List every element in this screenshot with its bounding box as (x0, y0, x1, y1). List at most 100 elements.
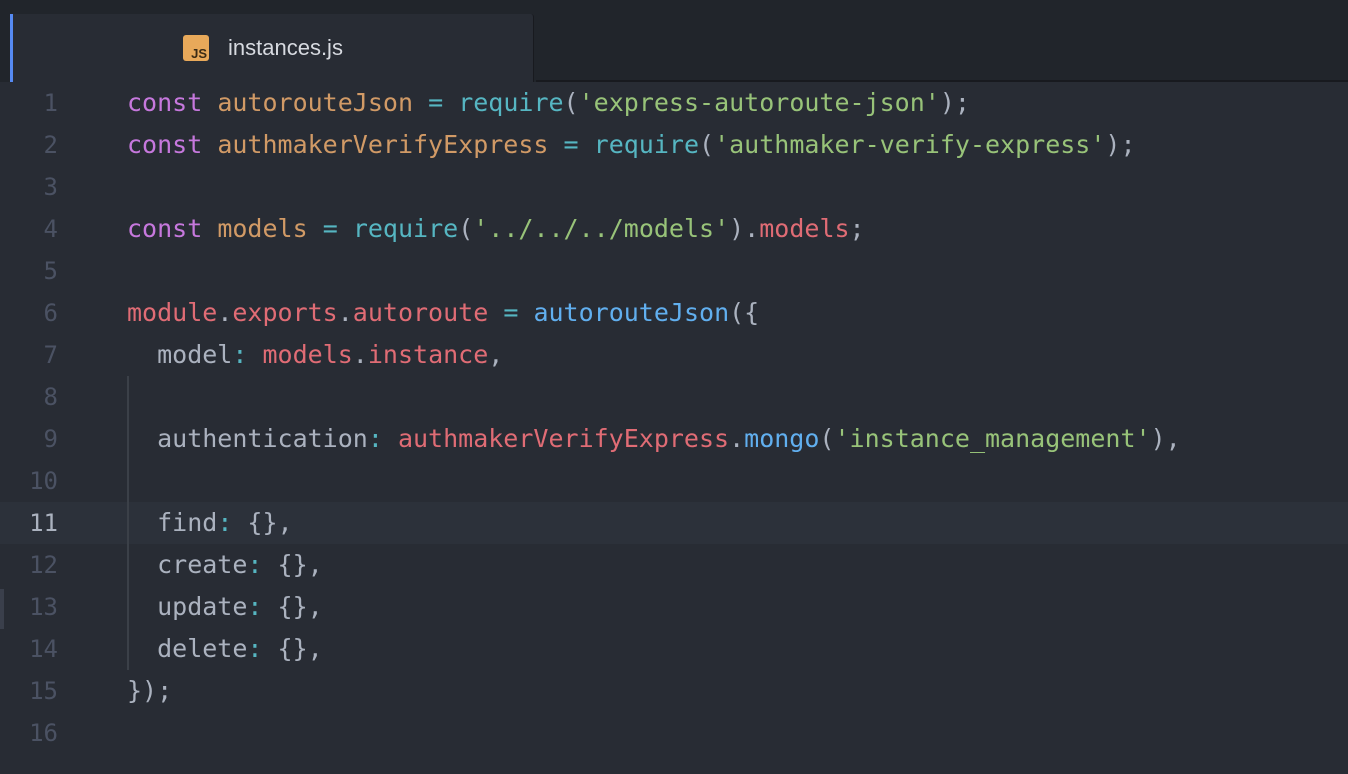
code-token: instance (367, 340, 489, 369)
code-text[interactable]: update: {}, (127, 586, 323, 628)
code-token: find (127, 508, 218, 537)
code-line[interactable]: 1 const autorouteJson = require('express-… (0, 82, 1348, 124)
code-line[interactable]: 10 (0, 460, 1348, 502)
code-editor[interactable]: 1 const autorouteJson = require('express-… (0, 82, 1348, 774)
code-token: const (127, 130, 203, 159)
line-number: 11 (29, 509, 58, 537)
code-token: {}, (262, 592, 323, 621)
code-token: require (593, 130, 700, 159)
code-text[interactable]: create: {}, (127, 544, 323, 586)
code-line[interactable]: 4 const models = require('../../../models… (0, 208, 1348, 250)
code-token: ( (563, 88, 579, 117)
code-token: create (127, 550, 248, 579)
code-line[interactable]: 5 (0, 250, 1348, 292)
code-line[interactable]: 15}); (0, 670, 1348, 712)
code-token: models (262, 340, 353, 369)
tab-title[interactable]: instances.js (228, 32, 343, 64)
code-line[interactable]: 13 update: {}, (0, 586, 1348, 628)
code-token: require (458, 88, 564, 117)
code-line[interactable]: 2 const authmakerVerifyExpress = require(… (0, 124, 1348, 166)
line-number: 16 (29, 719, 58, 747)
line-number: 9 (43, 425, 58, 453)
code-token: = (503, 298, 519, 327)
code-token: . (217, 298, 233, 327)
code-token: ( (819, 424, 835, 453)
code-token: }); (127, 676, 173, 705)
tab-bar: JS instances.js (0, 0, 1348, 82)
code-token: ( (699, 130, 715, 159)
code-token: authmakerVerifyExpress (397, 424, 730, 453)
code-line[interactable]: 16 (0, 712, 1348, 754)
code-token: models (759, 214, 850, 243)
code-token: {}, (262, 550, 323, 579)
code-text[interactable]: model: models.instance, (127, 334, 503, 376)
line-number: 2 (43, 131, 58, 159)
code-text[interactable]: const authmakerVerifyExpress = require('… (127, 124, 1136, 166)
code-text[interactable]: }); (127, 670, 172, 712)
code-token: : (232, 340, 248, 369)
code-text[interactable]: delete: {}, (127, 628, 323, 670)
code-token: = (563, 130, 579, 159)
code-token: require (352, 214, 459, 243)
code-token: . (729, 424, 745, 453)
tab-instances-js[interactable]: JS instances.js (10, 14, 534, 82)
code-token: ( (458, 214, 474, 243)
code-line[interactable]: 9 authentication: authmakerVerifyExpress… (0, 418, 1348, 460)
code-token: ); (1105, 130, 1136, 159)
code-token: {}, (262, 634, 323, 663)
code-text[interactable]: find: {}, (127, 502, 293, 544)
code-token: 'express-autoroute-json' (578, 88, 940, 117)
line-number: 7 (43, 341, 58, 369)
code-token: 'instance_management' (834, 424, 1151, 453)
code-text[interactable]: const autorouteJson = require('express-a… (127, 82, 970, 124)
code-token: ); (939, 88, 970, 117)
active-tab-indicator (10, 14, 13, 82)
code-token: ; (849, 214, 865, 243)
code-token: = (428, 88, 444, 117)
code-token: : (247, 550, 263, 579)
code-token: exports (232, 298, 338, 327)
code-text[interactable]: authentication: authmakerVerifyExpress.m… (127, 418, 1181, 460)
code-token: authmakerVerifyExpress (217, 130, 549, 159)
code-line[interactable]: 3 (0, 166, 1348, 208)
code-line[interactable]: 11 find: {}, (0, 502, 1348, 544)
code-token: . (352, 340, 368, 369)
code-token: const (127, 214, 203, 243)
js-file-icon-label: JS (191, 46, 207, 61)
code-line[interactable]: 6 module.exports.autoroute = autorouteJso… (0, 292, 1348, 334)
line-number: 8 (43, 383, 58, 411)
code-token: model (127, 340, 233, 369)
code-text[interactable]: module.exports.autoroute = autorouteJson… (127, 292, 759, 334)
code-token: . (337, 298, 353, 327)
code-token: models (217, 214, 308, 243)
code-token: mongo (744, 424, 820, 453)
code-line[interactable]: 8 (0, 376, 1348, 418)
code-line[interactable]: 14 delete: {}, (0, 628, 1348, 670)
code-token: ). (729, 214, 760, 243)
code-text[interactable]: const models = require('../../../models'… (127, 208, 865, 250)
code-token: const (127, 88, 203, 117)
code-line[interactable]: 7 model: models.instance, (0, 334, 1348, 376)
line-number: 3 (43, 173, 58, 201)
code-token: authentication (127, 424, 368, 453)
code-token: module (127, 298, 218, 327)
code-token: {}, (232, 508, 293, 537)
line-number: 10 (29, 467, 58, 495)
code-token: 'authmaker-verify-express' (714, 130, 1106, 159)
code-token: : (247, 592, 263, 621)
code-line[interactable]: 12 create: {}, (0, 544, 1348, 586)
code-token: ({ (729, 298, 760, 327)
indent-guide (127, 376, 129, 670)
code-token: autorouteJson (217, 88, 413, 117)
